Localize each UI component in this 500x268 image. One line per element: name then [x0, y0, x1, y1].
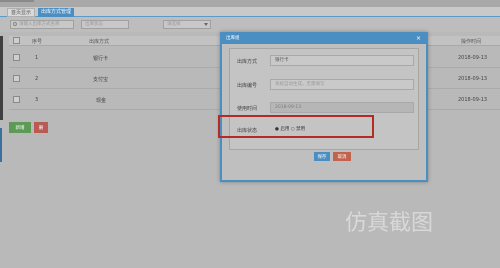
chevron-down-icon: [204, 23, 208, 26]
row-index: 2: [35, 76, 39, 82]
field-label-method: 出库方式: [237, 59, 258, 65]
filter-select[interactable]: 请选择: [163, 20, 211, 29]
watermark-text: 仿真截图: [345, 211, 434, 236]
delete-button[interactable]: 删: [34, 122, 48, 133]
select-all-checkbox[interactable]: [13, 37, 20, 44]
row-method: 现金: [96, 98, 107, 104]
search-input[interactable]: 请输入出库方式名称: [10, 20, 74, 29]
row-checkbox[interactable]: [13, 75, 20, 82]
row-time: 2018-09-13: [458, 76, 488, 82]
column-header-method: 出库方式: [89, 39, 110, 45]
search-icon: [13, 22, 17, 26]
close-icon[interactable]: ×: [416, 35, 421, 42]
row-time: 2018-09-13: [458, 97, 488, 103]
toolbar: 请输入出库方式名称 出库状态 请选择: [0, 17, 500, 32]
column-header-time: 操作时间: [461, 39, 482, 45]
row-method: 银行卡: [93, 56, 109, 62]
method-field[interactable]: 银行卡: [270, 55, 414, 66]
row-method: 支付宝: [93, 77, 109, 83]
row-index: 3: [35, 97, 39, 103]
top-bar: [0, 0, 500, 7]
filter-select-value: 请选择: [167, 22, 181, 27]
field-label-code: 出库编号: [237, 83, 258, 89]
column-header-index: 序号: [32, 39, 43, 45]
time-field: 2018-09-13: [270, 102, 414, 113]
cancel-button[interactable]: 取消: [333, 152, 351, 161]
top-bar-accent: [0, 0, 34, 2]
left-edge-accent: [0, 128, 2, 162]
row-checkbox[interactable]: [13, 96, 20, 103]
edit-dialog: 出库组 × 出库方式 银行卡 出库编号 系统自动生成，无需填写 使用时间 201…: [220, 32, 428, 182]
code-field[interactable]: 系统自动生成，无需填写: [270, 79, 414, 90]
status-filter-input[interactable]: 出库状态: [81, 20, 129, 29]
tab-home[interactable]: 首页显示: [7, 8, 35, 17]
search-placeholder: 请输入出库方式名称: [19, 22, 60, 27]
row-time: 2018-09-13: [458, 55, 488, 61]
watermark: 仿真截图: [345, 195, 495, 265]
highlight-box: [218, 115, 374, 138]
dialog-title: 出库组: [226, 36, 240, 41]
row-checkbox[interactable]: [13, 54, 20, 61]
save-button[interactable]: 保存: [314, 152, 330, 161]
add-button[interactable]: 新增: [9, 122, 31, 133]
row-index: 1: [35, 55, 39, 61]
tab-bar: 首页显示 出库方式管理: [0, 7, 500, 17]
tab-outbound-method[interactable]: 出库方式管理: [38, 8, 74, 17]
left-edge: [0, 36, 3, 120]
field-label-time: 使用时间: [237, 106, 258, 112]
dialog-title-bar: 出库组 ×: [222, 34, 426, 44]
